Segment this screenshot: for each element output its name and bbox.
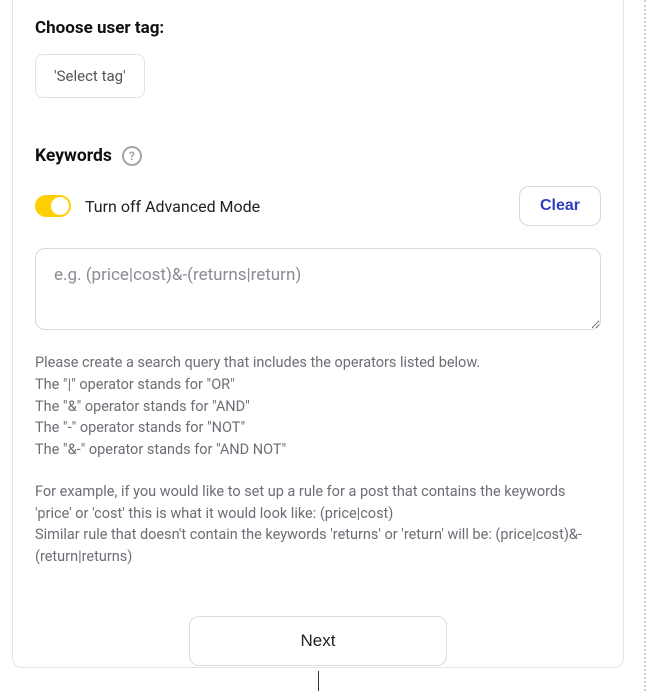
help-and: The "&" operator stands for "AND"	[35, 396, 601, 418]
help-text-block: Please create a search query that includ…	[35, 352, 601, 568]
config-panel: Choose user tag: 'Select tag' Keywords ?…	[12, 0, 624, 668]
toggle-knob	[51, 197, 69, 215]
select-tag-label: 'Select tag'	[54, 67, 126, 85]
choose-user-tag-heading: Choose user tag:	[35, 18, 601, 38]
keywords-header: Keywords ?	[35, 146, 601, 166]
help-example2: Similar rule that doesn't contain the ke…	[35, 524, 601, 568]
next-button-wrap: Next	[35, 616, 601, 666]
toggle-left-group: Turn off Advanced Mode	[35, 195, 260, 217]
advanced-mode-label: Turn off Advanced Mode	[85, 197, 260, 216]
select-tag-dropdown[interactable]: 'Select tag'	[35, 54, 145, 98]
help-not: The "-" operator stands for "NOT"	[35, 417, 601, 439]
keywords-input[interactable]	[35, 248, 601, 330]
help-andnot: The "&-" operator stands for "AND NOT"	[35, 439, 601, 461]
dotted-border-right	[644, 0, 646, 691]
advanced-mode-toggle[interactable]	[35, 195, 71, 217]
advanced-mode-row: Turn off Advanced Mode Clear	[35, 186, 601, 226]
help-intro: Please create a search query that includ…	[35, 352, 601, 374]
clear-button[interactable]: Clear	[519, 186, 601, 226]
next-button[interactable]: Next	[189, 616, 447, 666]
help-example1: For example, if you would like to set up…	[35, 481, 601, 525]
help-icon[interactable]: ?	[122, 146, 142, 166]
center-tick-mark	[318, 671, 319, 691]
help-or: The "|" operator stands for "OR"	[35, 374, 601, 396]
keywords-heading: Keywords	[35, 146, 112, 166]
